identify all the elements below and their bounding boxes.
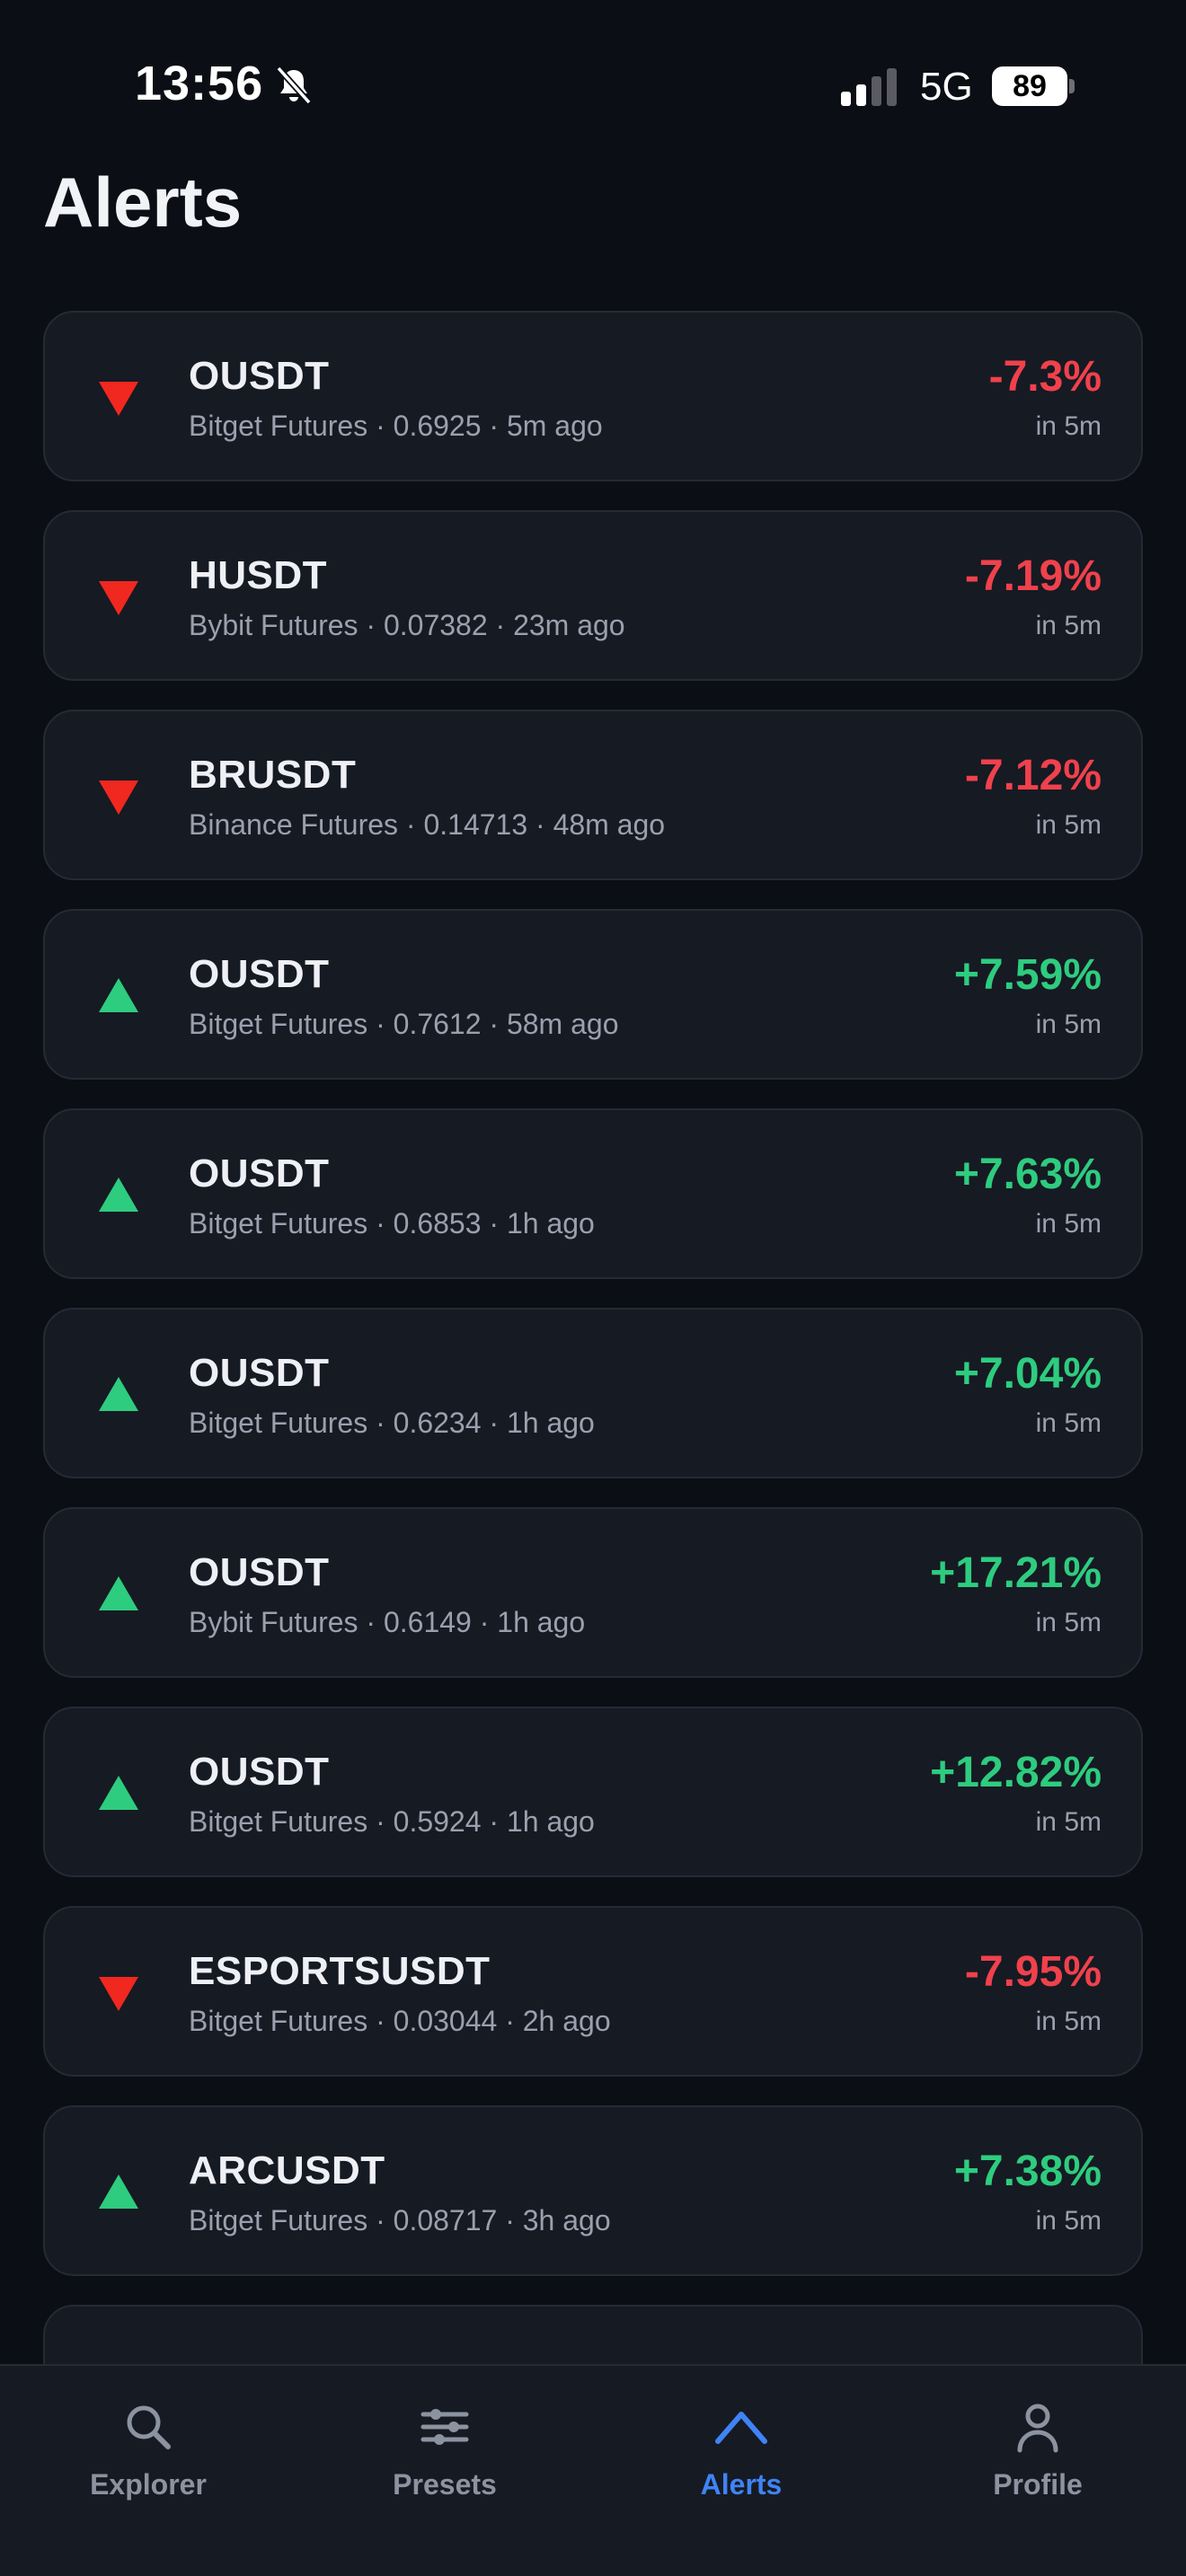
alert-symbol: BRUSDT [189, 753, 357, 797]
up-triangle-icon [99, 1377, 138, 1411]
alert-card[interactable]: BRUSDT Binance Futures · 0.14713 · 48m ag… [43, 710, 1143, 880]
tab-label: Explorer [90, 2468, 207, 2501]
alert-window: in 5m [1035, 2007, 1102, 2036]
tab-label: Alerts [700, 2468, 783, 2501]
alert-meta: Bitget Futures · 0.6925 · 5m ago [189, 410, 603, 442]
tab-alerts[interactable]: Alerts [593, 2393, 890, 2519]
alert-meta: Bitget Futures · 0.7612 · 58m ago [189, 1008, 619, 1040]
alert-window: in 5m [1035, 1608, 1102, 1637]
alert-symbol: OUSDT [189, 952, 330, 996]
tab-label: Profile [993, 2468, 1083, 2501]
alert-meta: Bitget Futures · 0.6853 · 1h ago [189, 1207, 595, 1239]
alerts-list[interactable]: OUSDT Bitget Futures · 0.6925 · 5m ago -7.… [43, 311, 1143, 2364]
alert-card[interactable]: OUSDT Bitget Futures · 0.6853 · 1h ago +7.… [43, 1108, 1143, 1279]
alert-meta: Bitget Futures · 0.08717 · 3h ago [189, 2204, 611, 2236]
tab-label: Presets [393, 2468, 497, 2501]
alert-change: -7.95% [964, 1948, 1102, 1996]
page-title: Alerts [43, 163, 243, 242]
down-triangle-icon [99, 382, 138, 416]
status-time: 13:56 [135, 57, 264, 110]
alert-card[interactable]: OUSDT Bitget Futures · 0.6925 · 5m ago -7.… [43, 311, 1143, 481]
up-triangle-icon [99, 978, 138, 1012]
alert-change: +12.82% [930, 1749, 1102, 1796]
alert-card[interactable]: OUSDT Bitget Futures · 0.5924 · 1h ago +12… [43, 1707, 1143, 1877]
alert-change: -7.12% [964, 752, 1102, 799]
bell-muted-icon [276, 66, 312, 105]
alert-symbol: ARCUSDT [189, 2148, 385, 2192]
alert-symbol: OUSDT [189, 354, 330, 398]
person-icon [1017, 2404, 1058, 2453]
alert-window: in 5m [1035, 2206, 1102, 2236]
alert-meta: Bitget Futures · 0.5924 · 1h ago [189, 1805, 595, 1838]
alert-window: in 5m [1035, 1010, 1102, 1039]
up-triangle-icon [99, 1178, 138, 1212]
battery-indicator: 89 [992, 66, 1075, 106]
alert-window: in 5m [1035, 611, 1102, 640]
alert-window: in 5m [1035, 1408, 1102, 1438]
alert-symbol: HUSDT [189, 553, 328, 597]
alert-change: -7.3% [988, 353, 1102, 401]
alert-meta: Binance Futures · 0.14713 · 48m ago [189, 808, 666, 841]
alert-symbol: OUSDT [189, 1550, 330, 1594]
alert-symbol: OUSDT [189, 1151, 330, 1195]
down-triangle-icon [99, 781, 138, 815]
up-triangle-icon [99, 1576, 138, 1610]
alert-card[interactable]: OUSDT Bitget Futures · 0.6234 · 1h ago +7.… [43, 1308, 1143, 1478]
battery-level: 89 [1013, 68, 1047, 103]
alert-meta: Bybit Futures · 0.07382 · 23m ago [189, 609, 625, 641]
tab-bar: Explorer Presets Alerts Profile [0, 2364, 1186, 2576]
alert-symbol: OUSDT [189, 1351, 330, 1395]
alert-card[interactable]: HUSDT Bybit Futures · 0.07382 · 23m ago -7… [43, 510, 1143, 681]
alert-meta: Bitget Futures · 0.03044 · 2h ago [189, 2005, 611, 2037]
sliders-icon [420, 2409, 469, 2445]
network-type: 5G [920, 65, 973, 109]
alert-change: +7.04% [953, 1350, 1102, 1398]
alert-window: in 5m [1035, 411, 1102, 441]
alert-meta: Bitget Futures · 0.6234 · 1h ago [189, 1407, 595, 1439]
alert-change: -7.19% [964, 552, 1102, 600]
tab-profile[interactable]: Profile [890, 2393, 1186, 2519]
alert-meta: Bybit Futures · 0.6149 · 1h ago [189, 1606, 586, 1638]
tab-presets[interactable]: Presets [296, 2393, 593, 2519]
alert-change: +7.63% [953, 1151, 1102, 1198]
alert-symbol: OUSDT [189, 1750, 330, 1794]
alert-card[interactable]: OUSDT Bybit Futures · 0.6149 · 1h ago +17.… [43, 1507, 1143, 1678]
cellular-signal-icon [841, 68, 897, 106]
status-bar: 13:56 5G 89 [0, 0, 1186, 162]
chevron-up-icon [715, 2412, 767, 2444]
search-icon [127, 2405, 171, 2449]
down-triangle-icon [99, 1977, 138, 2011]
alert-card-partial[interactable] [43, 2305, 1143, 2364]
alert-window: in 5m [1035, 1209, 1102, 1239]
alert-change: +7.38% [953, 2148, 1102, 2195]
up-triangle-icon [99, 2175, 138, 2209]
up-triangle-icon [99, 1776, 138, 1810]
alert-window: in 5m [1035, 810, 1102, 840]
tab-explorer[interactable]: Explorer [0, 2393, 296, 2519]
alert-card[interactable]: ARCUSDT Bitget Futures · 0.08717 · 3h ago… [43, 2105, 1143, 2276]
down-triangle-icon [99, 581, 138, 615]
alert-card[interactable]: OUSDT Bitget Futures · 0.7612 · 58m ago +7… [43, 909, 1143, 1080]
alerts-screen: 13:56 5G 89 Alerts OUSDT Bitget Futures ·… [0, 0, 1186, 2576]
alert-card[interactable]: ESPORTSUSDT Bitget Futures · 0.03044 · 2h… [43, 1906, 1143, 2077]
alert-window: in 5m [1035, 1807, 1102, 1837]
alert-change: +7.59% [953, 951, 1102, 999]
alert-change: +17.21% [930, 1549, 1102, 1597]
alert-symbol: ESPORTSUSDT [189, 1949, 491, 1993]
